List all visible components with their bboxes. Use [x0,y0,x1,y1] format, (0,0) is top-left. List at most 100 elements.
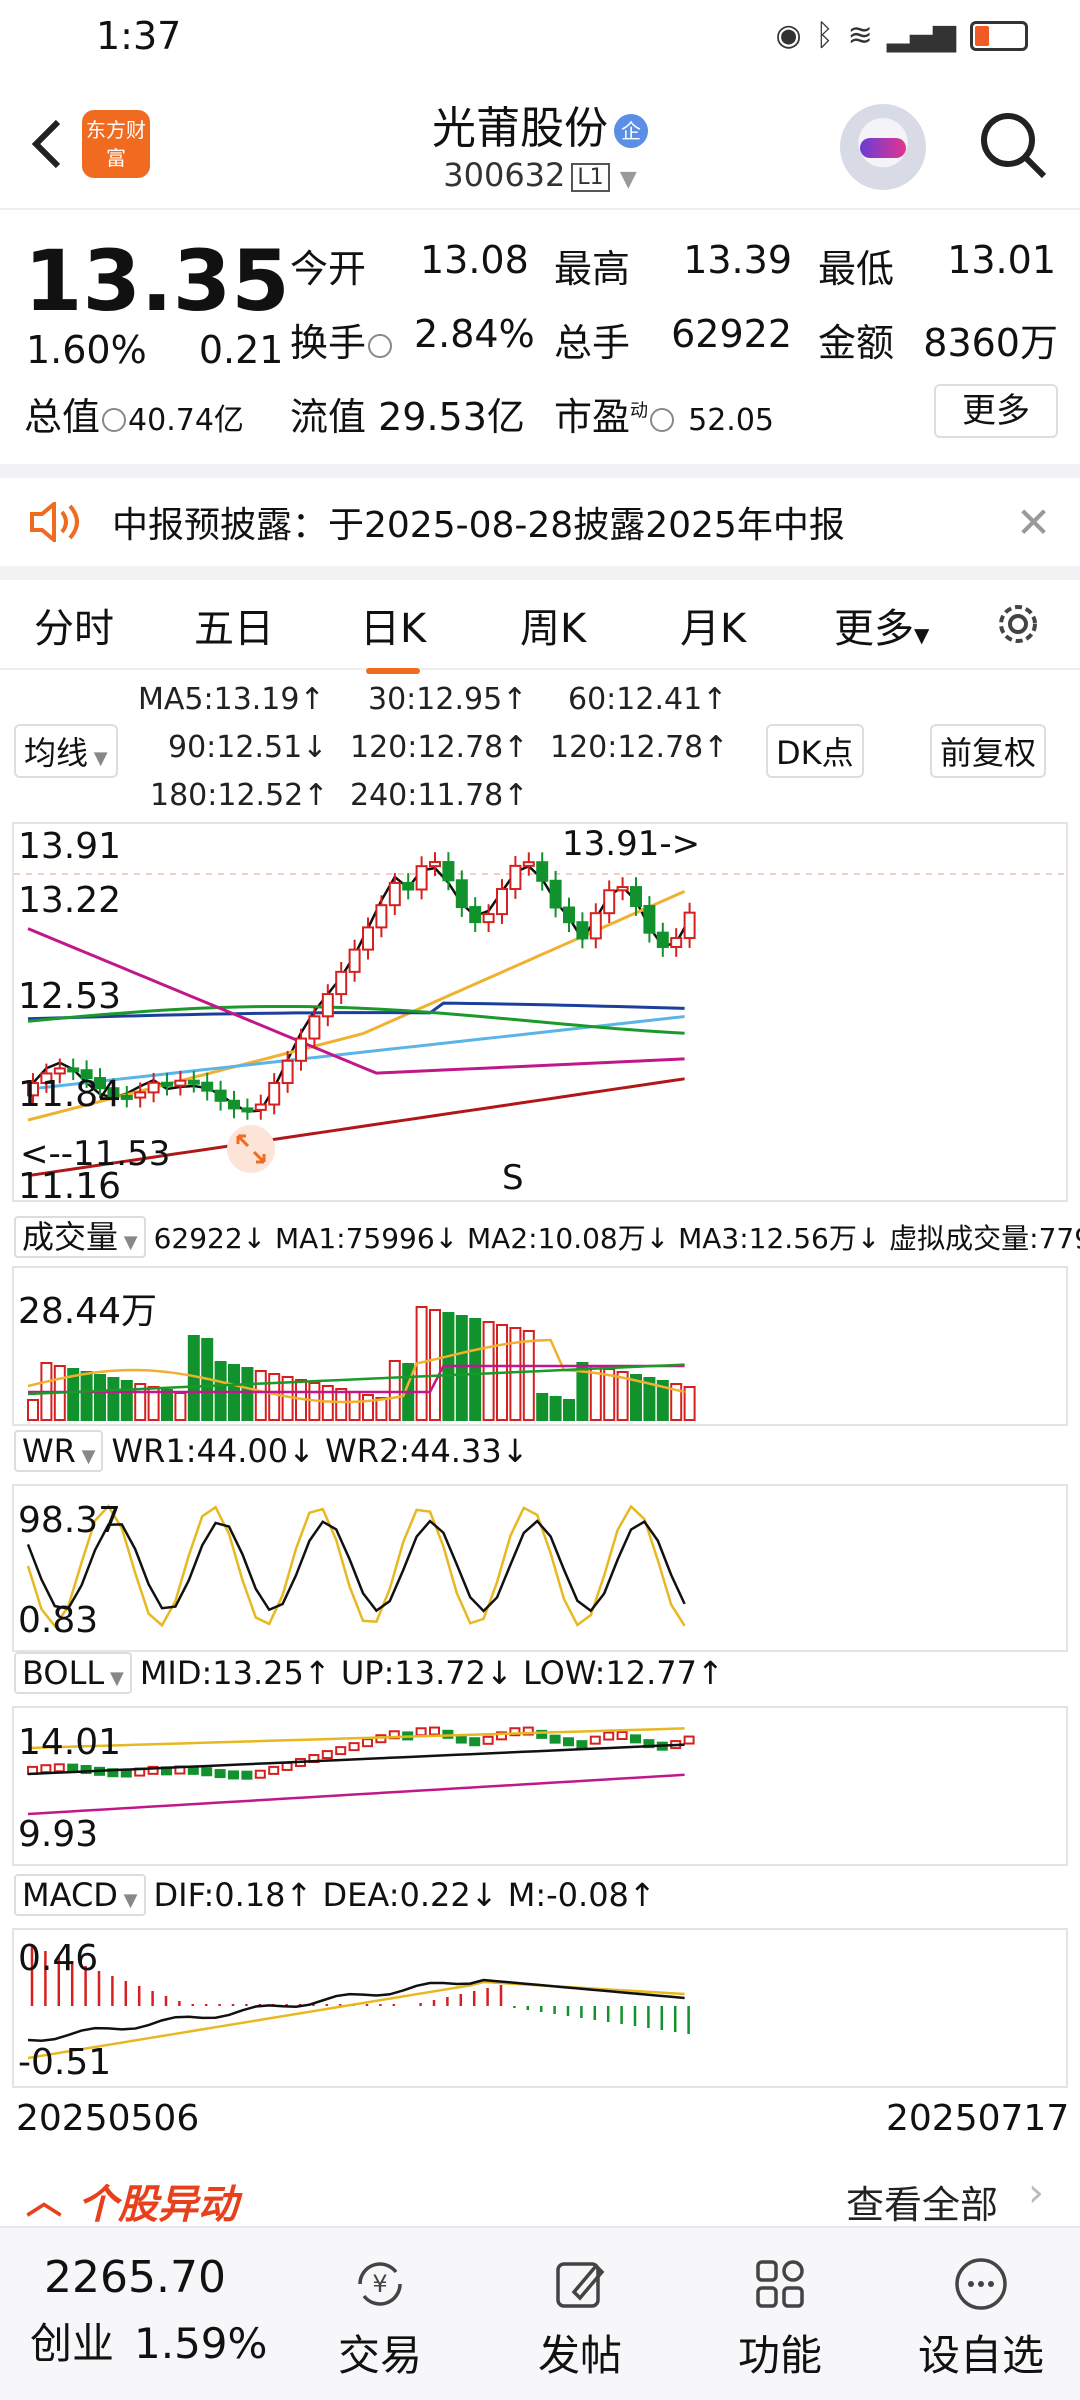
index-percent: 1.59% [134,2319,268,2368]
ma60-value: 60:12.41↑ [568,682,728,717]
volume-bar [549,1396,562,1421]
tab-weekly-k[interactable]: 周K [520,596,586,654]
boll-candle [40,1764,52,1774]
wr-selector[interactable]: WR ▼ [14,1430,104,1472]
volume-bar [429,1309,441,1421]
macd-chart[interactable]: 0.46 -0.51 [12,1928,1068,2088]
candle-body [563,906,575,924]
notice-text: 中报预披露：于2025-08-28披露2025年中报 [112,505,845,546]
candle-body [214,1089,227,1102]
volume-values: 62922↓ MA1:75996↓ MA2:10.08万↓ MA3:12.56万… [153,1222,1080,1255]
float-cap: 流值 29.53亿 [290,395,525,439]
assistant-avatar[interactable] [840,104,926,190]
high-price-marker: 13.91-> [562,824,701,864]
candle-body [670,937,683,948]
kline-chart[interactable]: 13.91 13.22 12.53 11.84 11.16 13.91-> <-… [12,822,1068,1207]
market-cap-label[interactable]: 总值 40.74亿 [24,386,244,441]
volume-bar [455,1315,468,1421]
wr-chart[interactable]: 98.37 0.83 [12,1484,1068,1652]
boll-candle [482,1735,494,1745]
add-watchlist-button[interactable]: 设自选 [906,2254,1056,2383]
index-value[interactable]: 2265.70 [44,2252,226,2303]
macd-selector[interactable]: MACD ▼ [14,1874,146,1916]
bluetooth-icon: ᛒ [815,18,834,53]
start-date: 20250506 [16,2098,200,2139]
candle-body [683,911,696,940]
candle-body [429,861,441,868]
volume-chart[interactable]: 28.44万 [12,1266,1068,1426]
view-all-link[interactable]: 查看全部 [846,2174,998,2229]
candle-body [415,865,428,891]
expand-arrows-icon[interactable] [226,1124,276,1174]
wr-y-top: 98.37 [18,1500,122,1541]
candle-body [643,904,656,934]
ma90-value: 90:12.51↓ [168,730,328,765]
info-icon [650,407,675,432]
boll-candle [53,1763,65,1773]
more-button[interactable]: 更多 [934,384,1058,438]
boll-candle [549,1734,561,1744]
kline-canvas [14,852,1066,1178]
candle-body [362,926,374,951]
trade-button[interactable]: ¥ 交易 [320,2254,440,2383]
boll-selector[interactable]: BOLL ▼ [14,1652,132,1694]
volume-bar [375,1397,388,1421]
candle-body [174,1079,187,1087]
volume-label: 总手 [554,321,631,365]
candle-body [268,1082,281,1106]
ma5-value: MA5:13.19↑ [138,682,325,717]
turnover-label[interactable]: 换手 [290,312,394,367]
index-name: 创业 [30,2319,115,2368]
candle-body [402,881,415,891]
volume-bar [469,1318,482,1421]
macd-canvas [27,1946,690,2060]
boll-candle [616,1730,628,1740]
ma180-value: 180:12.52↑ [150,778,329,813]
candle-body [589,912,602,940]
close-icon[interactable]: ✕ [1016,498,1051,547]
tab-more[interactable]: 更多▼ [834,596,929,654]
search-icon[interactable] [978,110,1048,180]
info-icon [368,333,393,358]
volume-bar [120,1380,133,1421]
wifi-icon: ≋ [847,18,873,53]
boll-candle [201,1767,213,1777]
tab-five-day[interactable]: 五日 [194,596,274,654]
tab-monthly-k[interactable]: 月K [680,596,746,654]
boll-indicator-row: BOLL ▼ MID:13.25↑ UP:13.72↓ LOW:12.77↑ [14,1652,724,1694]
candle-body [442,861,455,882]
settings-gear-icon[interactable] [990,596,1046,652]
ma-selector[interactable]: 均线 ▼ [14,724,118,778]
candle-body [134,1091,147,1099]
boll-candle [429,1726,440,1736]
candle-body [161,1081,173,1087]
candle-body [53,1067,66,1075]
boll-canvas [27,1726,695,1816]
post-button[interactable]: 发帖 [520,2254,640,2383]
open-label: 今开 [290,247,367,291]
candle-body [616,886,629,892]
price-adjust-button[interactable]: 前复权 [930,724,1047,778]
candle-body [308,1015,321,1040]
tab-intraday[interactable]: 分时 [34,596,114,654]
notice-bar[interactable]: 中报预披露：于2025-08-28披露2025年中报 ✕ [0,478,1080,566]
divider [0,464,1080,478]
function-button[interactable]: 功能 [720,2254,840,2383]
change-percent: 1.60% [26,328,147,372]
amount-value: 8360万 [923,321,1058,365]
sell-signal-marker: S [502,1158,524,1198]
period-tabs: 分时 五日 日K 周K 月K 更多▼ [0,582,1080,674]
volume-selector[interactable]: 成交量 ▼ [14,1216,146,1258]
macd-y-bottom: -0.51 [18,2042,112,2083]
chevron-right-icon: › [1028,2170,1044,2216]
index-row[interactable]: 创业 1.59% [30,2310,267,2371]
pe-ratio[interactable]: 市盈动 52.05 [554,386,774,441]
stock-movement-header[interactable]: ︿ 个股异动 查看全部 › [0,2168,1080,2228]
tab-daily-k[interactable]: 日K [360,596,426,674]
candle-body [469,906,482,924]
boll-candle [241,1770,253,1780]
boll-chart[interactable]: 14.01 9.93 [12,1706,1068,1866]
dk-points-button[interactable]: DK点 [766,724,864,778]
boll-candle [603,1731,615,1741]
boll-candle [455,1734,467,1744]
